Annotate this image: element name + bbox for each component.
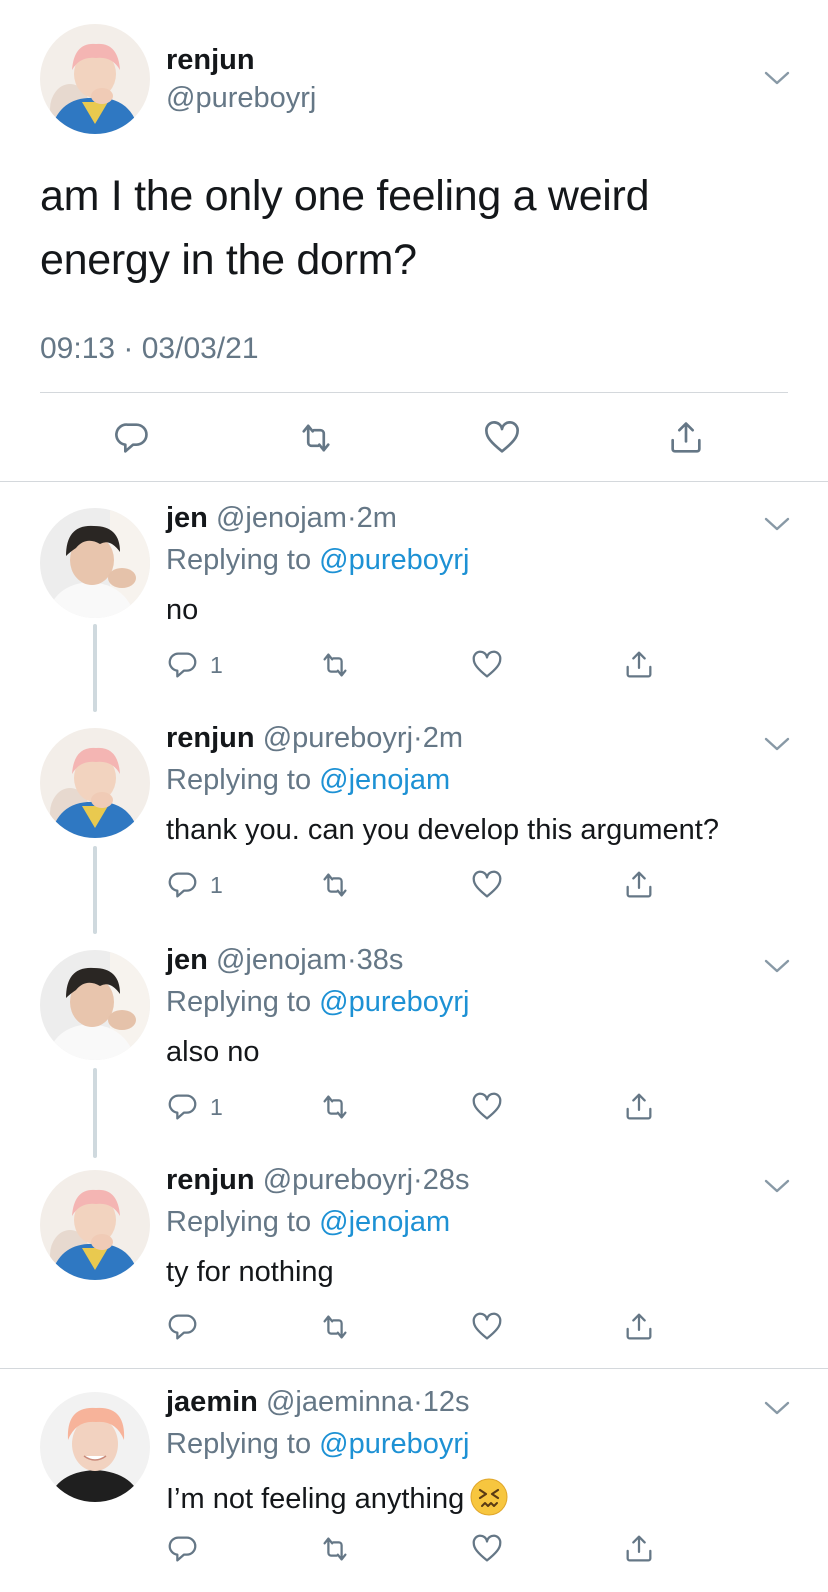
- chevron-down-icon[interactable]: [764, 958, 790, 974]
- author-handle[interactable]: @jenojam: [216, 502, 347, 534]
- retweet-icon[interactable]: [318, 1532, 352, 1566]
- like-icon[interactable]: [470, 868, 504, 902]
- reply-text: ty for nothing: [166, 1256, 334, 1288]
- separator-dot: ·: [413, 1164, 423, 1196]
- reply-icon[interactable]: [166, 648, 200, 682]
- separator-dot: ·: [413, 722, 423, 754]
- reply-count: 1: [210, 652, 223, 678]
- separator-dot: ·: [413, 1386, 423, 1418]
- main-tweet: renjun @pureboyrj am I the only one feel…: [0, 0, 828, 482]
- reply-tweet[interactable]: renjun @pureboyrj·2m Replying to @jenoja…: [0, 722, 828, 928]
- reply-header: jen @jenojam·2m: [166, 502, 397, 535]
- author-name[interactable]: renjun: [166, 1164, 255, 1196]
- share-icon[interactable]: [622, 648, 656, 682]
- tweet-text: am I the only one feeling a weird energy…: [40, 172, 650, 284]
- reply-text: also no: [166, 1036, 260, 1068]
- reply-icon[interactable]: [166, 1532, 200, 1566]
- chevron-down-icon[interactable]: [764, 1400, 790, 1416]
- chevron-down-icon[interactable]: [764, 70, 790, 86]
- reply-text: thank you. can you develop this argument…: [166, 814, 719, 846]
- divider: [40, 392, 788, 393]
- retweet-icon[interactable]: [318, 1310, 352, 1344]
- reply-tweet[interactable]: renjun @pureboyrj·28s Replying to @jenoj…: [0, 1164, 828, 1364]
- retweet-icon[interactable]: [318, 1090, 352, 1124]
- mention-link[interactable]: @jenojam: [319, 764, 450, 796]
- like-icon[interactable]: [482, 418, 522, 458]
- retweet-icon[interactable]: [296, 418, 336, 458]
- author-name[interactable]: jen: [166, 944, 208, 976]
- reply-tweet[interactable]: jen @jenojam·38s Replying to @pureboyrj …: [0, 944, 828, 1150]
- confounded-face-emoji: [470, 1478, 509, 1516]
- author-handle[interactable]: @jaeminna: [266, 1386, 413, 1418]
- reply-time: 28s: [422, 1164, 470, 1196]
- reply-icon[interactable]: [166, 868, 200, 902]
- avatar[interactable]: [40, 1170, 150, 1280]
- mention-link[interactable]: @pureboyrj: [319, 1428, 469, 1460]
- reply-icon[interactable]: [166, 1310, 200, 1344]
- reply-header: renjun @pureboyrj·2m: [166, 722, 463, 755]
- reply-tweet[interactable]: jaemin @jaeminna·12s Replying to @purebo…: [0, 1386, 828, 1586]
- share-icon[interactable]: [666, 418, 706, 458]
- reply-icon[interactable]: [166, 1090, 200, 1124]
- like-icon[interactable]: [470, 1090, 504, 1124]
- avatar[interactable]: [40, 1392, 150, 1502]
- reply-time: 2m: [356, 502, 397, 534]
- chevron-down-icon[interactable]: [764, 516, 790, 532]
- replying-to-label: Replying to: [166, 764, 312, 796]
- reply-count: 1: [210, 872, 223, 898]
- mention-link[interactable]: @pureboyrj: [319, 986, 469, 1018]
- reply-text: no: [166, 594, 199, 626]
- mention-link[interactable]: @pureboyrj: [319, 544, 469, 576]
- author-handle[interactable]: @pureboyrj: [263, 1164, 413, 1196]
- tweet-timestamp: 09:13 · 03/03/21: [40, 332, 259, 365]
- like-icon[interactable]: [470, 1310, 504, 1344]
- share-icon[interactable]: [622, 1310, 656, 1344]
- reply-header: jen @jenojam·38s: [166, 944, 403, 977]
- author-name[interactable]: renjun: [166, 44, 255, 77]
- like-icon[interactable]: [470, 648, 504, 682]
- reply-time: 12s: [422, 1386, 470, 1418]
- chevron-down-icon[interactable]: [764, 1178, 790, 1194]
- share-icon[interactable]: [622, 1532, 656, 1566]
- avatar[interactable]: [40, 950, 150, 1060]
- retweet-icon[interactable]: [318, 648, 352, 682]
- author-name[interactable]: jaemin: [166, 1386, 258, 1418]
- author-name[interactable]: jen: [166, 502, 208, 534]
- author-handle[interactable]: @pureboyrj: [263, 722, 413, 754]
- share-icon[interactable]: [622, 868, 656, 902]
- reply-time: 38s: [356, 944, 404, 976]
- reply-count: 1: [210, 1094, 223, 1120]
- replying-to: Replying to @jenojam: [166, 1206, 450, 1239]
- mention-link[interactable]: @jenojam: [319, 1206, 450, 1238]
- replying-to-label: Replying to: [166, 1206, 312, 1238]
- reply-header: renjun @pureboyrj·28s: [166, 1164, 469, 1197]
- retweet-icon[interactable]: [318, 868, 352, 902]
- replying-to: Replying to @jenojam: [166, 764, 450, 797]
- reply-header: jaemin @jaeminna·12s: [166, 1386, 470, 1419]
- avatar[interactable]: [40, 24, 150, 134]
- reply-time: 2m: [422, 722, 463, 754]
- author-name[interactable]: renjun: [166, 722, 255, 754]
- replying-to-label: Replying to: [166, 986, 312, 1018]
- reply-tweet[interactable]: jen @jenojam·2m Replying to @pureboyrj n…: [0, 502, 828, 708]
- avatar[interactable]: [40, 508, 150, 618]
- replying-to: Replying to @pureboyrj: [166, 1428, 470, 1461]
- separator-dot: ·: [346, 502, 357, 534]
- replying-to-label: Replying to: [166, 1428, 312, 1460]
- reply-text-container: I’m not feeling anything: [166, 1478, 509, 1516]
- author-handle[interactable]: @jenojam: [216, 944, 347, 976]
- share-icon[interactable]: [622, 1090, 656, 1124]
- like-icon[interactable]: [470, 1532, 504, 1566]
- replying-to-label: Replying to: [166, 544, 312, 576]
- author-handle[interactable]: @pureboyrj: [166, 82, 316, 115]
- replying-to: Replying to @pureboyrj: [166, 544, 470, 577]
- avatar[interactable]: [40, 728, 150, 838]
- replying-to: Replying to @pureboyrj: [166, 986, 470, 1019]
- reply-icon[interactable]: [112, 418, 152, 458]
- chevron-down-icon[interactable]: [764, 736, 790, 752]
- reply-text: I’m not feeling anything: [166, 1483, 465, 1515]
- divider: [0, 1368, 828, 1369]
- separator-dot: ·: [346, 944, 357, 976]
